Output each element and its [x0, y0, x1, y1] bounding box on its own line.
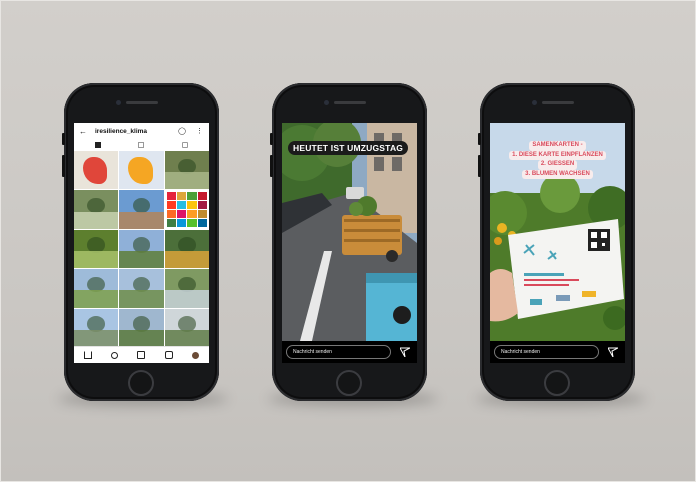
post-image [128, 156, 153, 184]
post-thumbnail[interactable] [164, 269, 209, 308]
home-button[interactable] [128, 370, 154, 396]
post-image [82, 156, 108, 184]
message-input[interactable]: Nachricht senden [494, 345, 599, 359]
search-icon[interactable] [111, 351, 119, 359]
sdg-tile [197, 210, 207, 218]
post-image [119, 290, 164, 308]
post-thumbnail[interactable] [119, 151, 164, 190]
shop-icon[interactable] [164, 351, 173, 359]
home-icon[interactable] [83, 351, 92, 359]
instruction-line: 1. DIESE KARTE EINPFLANZEN [509, 150, 606, 160]
send-icon[interactable] [400, 347, 410, 357]
post-thumbnail[interactable] [74, 308, 119, 347]
sdg-tile [197, 201, 207, 210]
post-image [74, 329, 119, 347]
side-button [270, 155, 273, 177]
post-thumbnail[interactable] [164, 308, 209, 347]
post-image [166, 192, 207, 227]
sdg-tile [187, 201, 197, 210]
post-image [164, 172, 209, 190]
speaker [542, 101, 574, 104]
post-thumbnail[interactable] [119, 229, 164, 269]
sdg-tile [166, 218, 176, 227]
story-headline: HEUTET IST UMZUGSTAG [288, 141, 409, 155]
seed-card-instructions: SAMENKARTEN - 1. DIESE KARTE EINPFLANZEN… [500, 141, 615, 179]
home-button[interactable] [544, 370, 570, 396]
send-icon[interactable] [608, 347, 618, 357]
back-arrow-icon[interactable]: ← [79, 127, 87, 136]
profile-username: iresilience_klima [95, 127, 148, 135]
home-button[interactable] [336, 370, 362, 396]
post-thumbnail[interactable] [164, 151, 209, 190]
phone-instagram-profile: ← iresilience_klima ◯ ⋮ [62, 83, 219, 401]
speaker [126, 101, 158, 104]
message-input[interactable]: Nachricht senden [286, 345, 391, 359]
sdg-tile [197, 192, 207, 201]
profile-icon[interactable] [192, 351, 200, 359]
instruction-line: 3. BLUMEN WACHSEN [522, 169, 593, 179]
post-thumbnail[interactable] [119, 190, 164, 229]
post-image [74, 250, 119, 269]
sdg-tile [197, 218, 207, 227]
story-screen: HEUTET IST UMZUGSTAG Nachricht senden [282, 123, 417, 363]
side-button [270, 133, 273, 145]
instruction-line: SAMENKARTEN - [529, 141, 586, 151]
post-thumbnail[interactable] [164, 229, 209, 269]
sdg-tile [166, 192, 176, 201]
bottom-nav [74, 346, 209, 363]
sdg-tile [176, 201, 187, 210]
sdg-tile [187, 218, 197, 227]
more-icon[interactable]: ⋮ [196, 127, 203, 135]
post-image [119, 329, 164, 347]
side-button [62, 155, 65, 177]
message-bar: Nachricht senden [282, 341, 417, 363]
sdg-tile [176, 218, 187, 227]
post-thumbnail[interactable] [74, 229, 119, 269]
post-thumbnail[interactable] [74, 190, 119, 229]
post-grid [74, 151, 209, 347]
sdg-tile [166, 201, 176, 210]
sdg-tile [176, 210, 187, 218]
post-thumbnail[interactable] [119, 308, 164, 347]
post-image [74, 211, 119, 229]
post-image [164, 250, 209, 269]
bell-icon[interactable]: ◯ [178, 127, 186, 135]
tagged-icon[interactable] [182, 142, 188, 148]
message-bar: Nachricht senden [490, 341, 625, 363]
side-button [478, 133, 481, 145]
front-camera [532, 100, 537, 105]
instagram-screen: ← iresilience_klima ◯ ⋮ [74, 123, 209, 363]
side-button [478, 155, 481, 177]
add-icon[interactable] [137, 351, 146, 359]
sdg-tile [176, 192, 187, 201]
post-image [74, 290, 119, 308]
story-screen: SAMENKARTEN - 1. DIESE KARTE EINPFLANZEN… [490, 123, 625, 363]
phone-story-seed-cards: SAMENKARTEN - 1. DIESE KARTE EINPFLANZEN… [478, 83, 635, 401]
post-thumbnail[interactable] [74, 151, 119, 190]
post-image [119, 250, 164, 269]
sdg-tile [166, 210, 176, 218]
reels-icon[interactable] [138, 142, 144, 148]
profile-header: ← iresilience_klima ◯ ⋮ [74, 123, 209, 139]
sdg-tile [187, 210, 197, 218]
grid-icon[interactable] [95, 142, 101, 148]
sdg-tile [187, 192, 197, 201]
post-thumbnail[interactable] [74, 269, 119, 308]
street-photo [282, 123, 417, 341]
side-button [62, 133, 65, 145]
post-image [164, 290, 209, 308]
post-image [119, 211, 164, 229]
speaker [334, 101, 366, 104]
post-thumbnail[interactable] [119, 269, 164, 308]
front-camera [324, 100, 329, 105]
post-image [164, 329, 209, 347]
instruction-line: 2. GIESSEN [537, 160, 578, 170]
phone-story-moving-day: HEUTET IST UMZUGSTAG Nachricht senden [270, 83, 427, 401]
post-thumbnail[interactable] [164, 190, 209, 229]
front-camera [116, 100, 121, 105]
